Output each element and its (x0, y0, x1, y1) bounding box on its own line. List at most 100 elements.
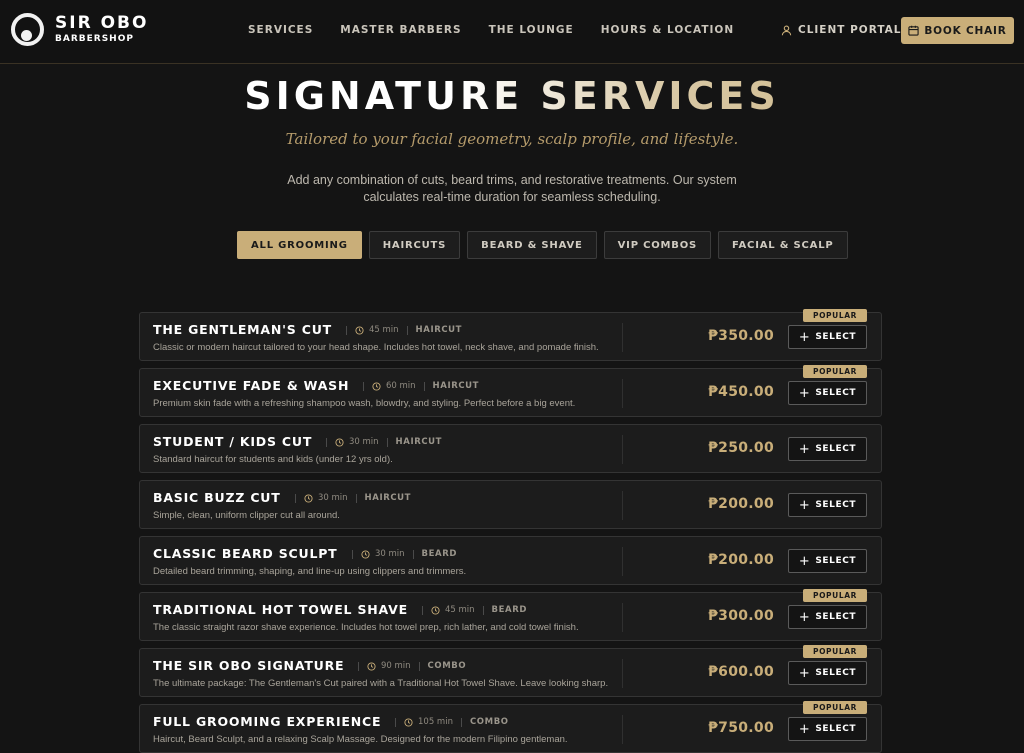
client-portal-label: CLIENT PORTAL (798, 24, 902, 36)
service-category: BEARD (421, 549, 458, 559)
service-description: Simple, clean, uniform clipper cut all a… (153, 510, 340, 521)
service-name: BASIC BUZZ CUT (153, 490, 281, 505)
service-card-5[interactable]: CLASSIC BEARD SCULPT 30 min BEARD Detail… (139, 536, 882, 585)
service-name: THE GENTLEMAN'S CUT (153, 322, 332, 337)
service-price: ₱350.00 (708, 328, 774, 344)
service-category: HAIRCUT (432, 381, 480, 391)
meta-divider (418, 661, 420, 671)
service-duration: 30 min (375, 549, 405, 559)
services-list: POPULAR THE GENTLEMAN'S CUT 45 min HAIRC… (139, 309, 882, 753)
card-divider (622, 603, 623, 632)
service-card-6[interactable]: POPULAR TRADITIONAL HOT TOWEL SHAVE 45 m… (139, 589, 882, 641)
meta-divider (346, 325, 347, 335)
page-title: SIGNATURE SERVICES (0, 74, 1024, 118)
calendar-icon (908, 25, 919, 36)
meta-divider (295, 493, 296, 503)
client-portal-link[interactable]: CLIENT PORTAL (781, 24, 901, 36)
plus-icon: + (798, 665, 811, 681)
meta-divider (363, 381, 364, 391)
service-meta: 45 min HAIRCUT (338, 325, 462, 335)
select-label: SELECT (815, 556, 857, 566)
service-name: STUDENT / KIDS CUT (153, 434, 313, 449)
tab-vip-combos[interactable]: VIP COMBOS (603, 231, 712, 259)
service-description: Classic or modern haircut tailored to yo… (153, 342, 599, 353)
select-button[interactable]: + SELECT (788, 325, 867, 349)
plus-icon: + (798, 385, 811, 401)
service-description: Detailed beard trimming, shaping, and li… (153, 566, 467, 577)
clock-icon (335, 437, 344, 447)
service-card-2[interactable]: POPULAR EXECUTIVE FADE & WASH 60 min HAI… (139, 365, 882, 417)
service-card-3[interactable]: STUDENT / KIDS CUT 30 min HAIRCUT Standa… (139, 424, 882, 473)
service-meta: 45 min BEARD (414, 605, 527, 615)
card-divider (622, 715, 623, 744)
tab-all-grooming[interactable]: ALL GROOMING (237, 231, 362, 259)
service-price: ₱250.00 (708, 440, 774, 456)
brand-logo[interactable]: SIR OBO BARBERSHOP (11, 13, 148, 46)
service-card-8[interactable]: POPULAR FULL GROOMING EXPERIENCE 105 min… (139, 701, 882, 753)
clock-icon (404, 717, 413, 727)
meta-divider (406, 325, 408, 335)
plus-icon: + (798, 721, 811, 737)
service-card-1[interactable]: POPULAR THE GENTLEMAN'S CUT 45 min HAIRC… (139, 309, 882, 361)
service-meta: 105 min COMBO (387, 717, 509, 727)
nav-master-barbers[interactable]: MASTER BARBERS (340, 24, 461, 36)
select-button[interactable]: + SELECT (788, 381, 867, 405)
select-button[interactable]: + SELECT (788, 437, 867, 461)
card-divider (622, 323, 623, 352)
select-label: SELECT (815, 612, 857, 622)
select-label: SELECT (815, 388, 857, 398)
service-price: ₱200.00 (708, 552, 774, 568)
clock-icon (367, 661, 376, 671)
select-label: SELECT (815, 668, 857, 678)
select-label: SELECT (815, 444, 857, 454)
select-button[interactable]: + SELECT (788, 717, 867, 741)
service-duration: 30 min (349, 437, 379, 447)
nav-hours-location[interactable]: HOURS & LOCATION (601, 24, 734, 36)
service-duration: 45 min (369, 325, 399, 335)
book-chair-button[interactable]: BOOK CHAIR (901, 17, 1014, 44)
clock-icon (355, 325, 364, 335)
brand-text: SIR OBO BARBERSHOP (55, 15, 148, 44)
service-card-7[interactable]: POPULAR THE SIR OBO SIGNATURE 90 min COM… (139, 645, 882, 697)
meta-divider (355, 493, 357, 503)
meta-divider (422, 605, 423, 615)
clock-icon (304, 493, 313, 503)
select-button[interactable]: + SELECT (788, 493, 867, 517)
plus-icon: + (798, 441, 811, 457)
service-duration: 105 min (418, 717, 453, 727)
service-category: COMBO (427, 661, 467, 671)
tab-haircuts[interactable]: HAIRCUTS (368, 231, 461, 259)
service-card-4[interactable]: BASIC BUZZ CUT 30 min HAIRCUT Simple, cl… (139, 480, 882, 529)
select-button[interactable]: + SELECT (788, 549, 867, 573)
nav-services[interactable]: SERVICES (248, 24, 313, 36)
popular-badge: POPULAR (803, 365, 867, 378)
user-icon (781, 25, 792, 35)
popular-badge: POPULAR (803, 309, 867, 322)
meta-divider (352, 549, 353, 559)
service-meta: 60 min HAIRCUT (355, 381, 479, 391)
category-tabs: ALL GROOMING HAIRCUTS BEARD & SHAVE VIP … (237, 231, 855, 259)
service-description: Premium skin fade with a refreshing sham… (153, 398, 576, 409)
select-button[interactable]: + SELECT (788, 605, 867, 629)
meta-divider (395, 717, 396, 727)
meta-divider (386, 437, 388, 447)
tab-beard-shave[interactable]: BEARD & SHAVE (467, 231, 597, 259)
service-name: TRADITIONAL HOT TOWEL SHAVE (153, 602, 408, 617)
service-description: The classic straight razor shave experie… (153, 622, 579, 633)
meta-divider (412, 549, 414, 559)
meta-divider (460, 717, 462, 727)
service-price: ₱450.00 (708, 384, 774, 400)
select-button[interactable]: + SELECT (788, 661, 867, 685)
service-category: BEARD (491, 605, 528, 615)
service-price: ₱200.00 (708, 496, 774, 512)
service-name: FULL GROOMING EXPERIENCE (153, 714, 382, 729)
plus-icon: + (798, 497, 811, 513)
main-nav: SERVICES MASTER BARBERS THE LOUNGE HOURS… (248, 24, 761, 36)
nav-the-lounge[interactable]: THE LOUNGE (489, 24, 574, 36)
brand-name: SIR OBO (55, 13, 149, 33)
site-header: SIR OBO BARBERSHOP SERVICES MASTER BARBE… (0, 0, 1024, 64)
select-label: SELECT (815, 500, 857, 510)
card-divider (622, 659, 623, 688)
service-category: HAIRCUT (415, 325, 463, 335)
tab-facial-scalp[interactable]: FACIAL & SCALP (718, 231, 848, 259)
